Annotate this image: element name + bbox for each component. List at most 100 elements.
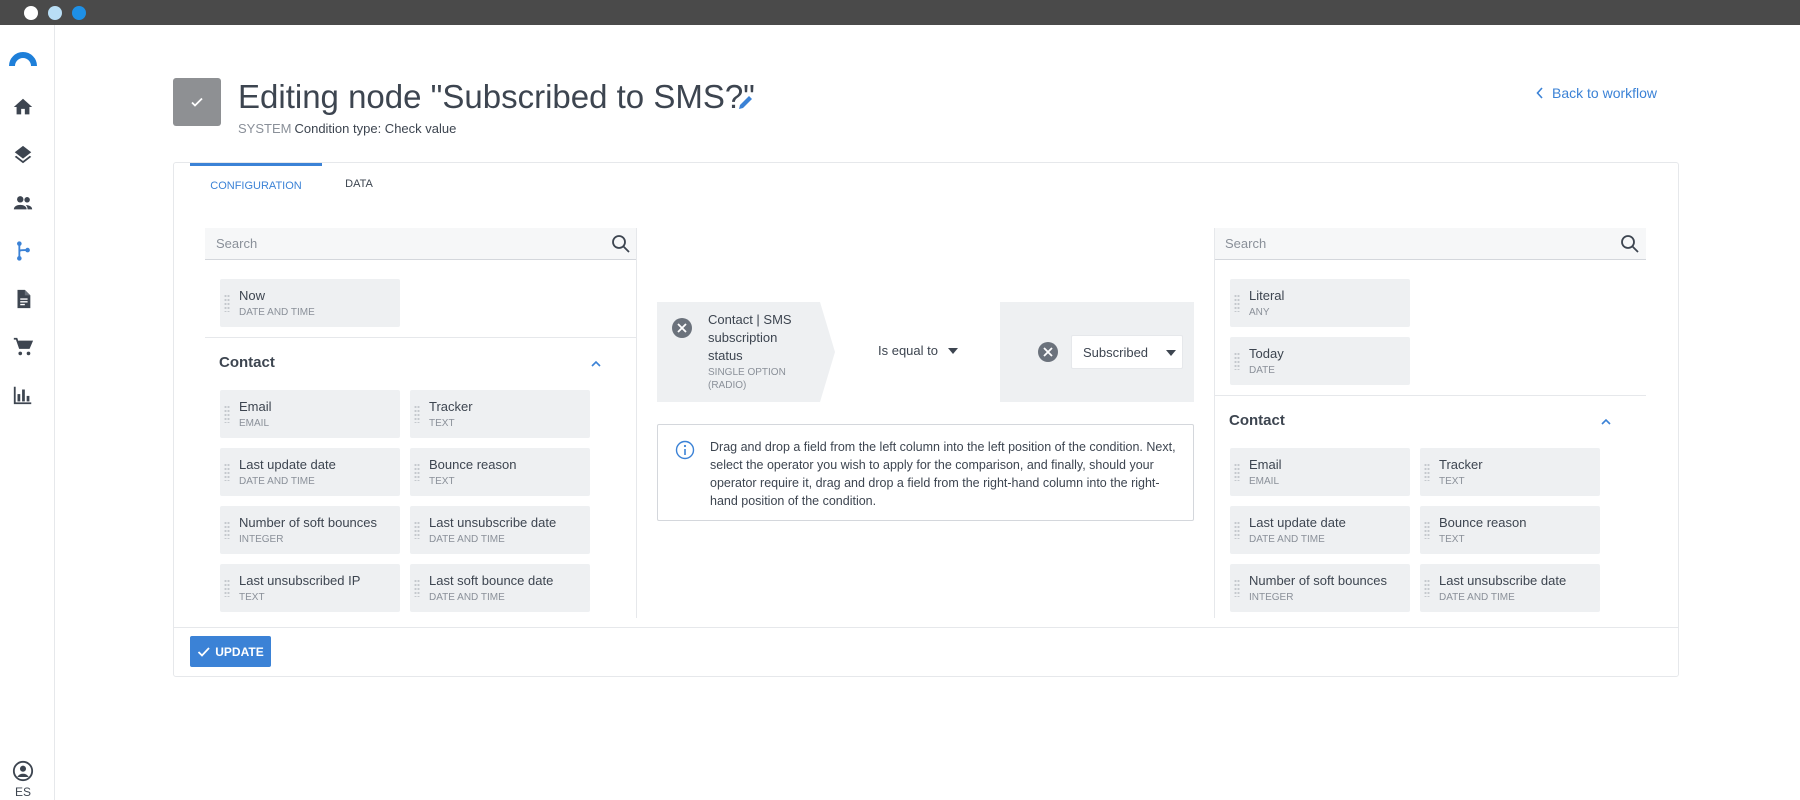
tab-data[interactable]: DATA: [324, 163, 394, 205]
field-chip[interactable]: Today DATE: [1230, 337, 1410, 385]
field-chip[interactable]: Number of soft bounces INTEGER: [1230, 564, 1410, 612]
field-type: DATE AND TIME: [1439, 592, 1515, 603]
field-label: Today: [1249, 346, 1284, 361]
drag-handle-icon[interactable]: [1234, 294, 1240, 312]
window-maximize-button[interactable]: [72, 6, 86, 20]
account-icon: [12, 760, 34, 782]
language-label[interactable]: ES: [10, 785, 36, 799]
drag-handle-icon[interactable]: [1234, 352, 1240, 370]
field-type: ANY: [1249, 307, 1270, 318]
drag-handle-icon[interactable]: [414, 405, 420, 423]
chart-icon[interactable]: [10, 382, 36, 408]
drag-handle-icon[interactable]: [1234, 579, 1240, 597]
field-type: DATE AND TIME: [239, 476, 315, 487]
chevron-up-icon[interactable]: [589, 357, 603, 371]
field-chip[interactable]: Number of soft bounces INTEGER: [220, 506, 400, 554]
page-subtitle: SYSTEM Condition type: Check value: [238, 121, 456, 136]
window-minimize-button[interactable]: [48, 6, 62, 20]
chevron-up-icon[interactable]: [1599, 415, 1613, 429]
field-chip[interactable]: Last soft bounce date DATE AND TIME: [410, 564, 590, 612]
field-label: Last update date: [239, 457, 336, 472]
drag-handle-icon[interactable]: [414, 521, 420, 539]
field-chip[interactable]: Last update date DATE AND TIME: [1230, 506, 1410, 554]
tab-configuration[interactable]: CONFIGURATION: [190, 163, 322, 205]
drag-handle-icon[interactable]: [1234, 463, 1240, 481]
field-type: INTEGER: [239, 534, 284, 545]
field-type: DATE AND TIME: [429, 592, 505, 603]
workflow-icon[interactable]: [10, 238, 36, 264]
drag-handle-icon[interactable]: [1234, 521, 1240, 539]
chevron-left-icon: [1536, 87, 1543, 99]
drag-handle-icon[interactable]: [1424, 579, 1430, 597]
condition-field-type: SINGLE OPTION (RADIO): [708, 367, 786, 391]
info-icon: [675, 440, 695, 460]
system-label: SYSTEM: [238, 121, 292, 136]
drag-handle-icon[interactable]: [1424, 463, 1430, 481]
contacts-icon[interactable]: [10, 190, 36, 216]
field-label: Last update date: [1249, 515, 1346, 530]
drag-handle-icon[interactable]: [414, 579, 420, 597]
pencil-icon[interactable]: [737, 93, 755, 111]
drag-handle-icon[interactable]: [224, 294, 230, 312]
update-button[interactable]: UPDATE: [190, 636, 271, 667]
remove-value-icon[interactable]: [1037, 341, 1059, 363]
divider: [1214, 395, 1646, 396]
field-type: INTEGER: [1249, 592, 1294, 603]
field-chip[interactable]: Last unsubscribe date DATE AND TIME: [410, 506, 590, 554]
remove-field-icon[interactable]: [671, 317, 693, 339]
condition-type-label: Condition type: Check value: [294, 121, 457, 136]
field-chip[interactable]: Tracker TEXT: [410, 390, 590, 438]
field-type: DATE AND TIME: [429, 534, 505, 545]
field-type: EMAIL: [239, 418, 270, 429]
footer-divider: [174, 627, 1678, 628]
cart-icon[interactable]: [10, 334, 36, 360]
window-close-button[interactable]: [24, 6, 38, 20]
field-label: Last unsubscribed IP: [239, 573, 361, 588]
field-label: Last unsubscribe date: [429, 515, 557, 530]
back-to-workflow-link[interactable]: Back to workflow: [1536, 85, 1657, 101]
drag-handle-icon[interactable]: [414, 463, 420, 481]
drag-handle-icon[interactable]: [1424, 521, 1430, 539]
value-select[interactable]: Subscribed: [1071, 335, 1183, 369]
operator-select[interactable]: Is equal to: [878, 343, 958, 358]
field-type: TEXT: [1439, 534, 1465, 545]
divider: [205, 337, 637, 338]
field-label: Tracker: [429, 399, 473, 414]
field-chip[interactable]: Last unsubscribe date DATE AND TIME: [1420, 564, 1600, 612]
drag-handle-icon[interactable]: [224, 405, 230, 423]
user-menu[interactable]: ES: [10, 760, 36, 799]
field-type: DATE AND TIME: [1249, 534, 1325, 545]
field-type: DATE: [1249, 365, 1275, 376]
check-icon: [198, 647, 210, 657]
field-chip[interactable]: Bounce reason TEXT: [410, 448, 590, 496]
field-type: TEXT: [429, 476, 455, 487]
drag-handle-icon[interactable]: [224, 579, 230, 597]
field-label: Number of soft bounces: [1249, 573, 1388, 588]
window-titlebar: [0, 0, 1800, 25]
back-link-label: Back to workflow: [1552, 85, 1658, 101]
home-icon[interactable]: [10, 94, 36, 120]
field-chip[interactable]: Last update date DATE AND TIME: [220, 448, 400, 496]
app-logo-icon[interactable]: [9, 47, 37, 67]
field-label: Email: [239, 399, 272, 414]
field-chip[interactable]: Last unsubscribed IP TEXT: [220, 564, 400, 612]
section-title: Contact: [219, 354, 275, 371]
field-label: Number of soft bounces: [239, 515, 378, 530]
help-text: Drag and drop a field from the left colu…: [710, 440, 1176, 508]
field-chip[interactable]: Now DATE AND TIME: [220, 279, 400, 327]
field-chip[interactable]: Literal ANY: [1230, 279, 1410, 327]
help-box: Drag and drop a field from the left colu…: [657, 424, 1194, 521]
caret-down-icon: [948, 347, 958, 354]
field-chip[interactable]: Tracker TEXT: [1420, 448, 1600, 496]
field-chip[interactable]: Bounce reason TEXT: [1420, 506, 1600, 554]
check-icon: [191, 97, 203, 107]
document-icon[interactable]: [10, 286, 36, 312]
layers-icon[interactable]: [10, 142, 36, 168]
field-chip[interactable]: Email EMAIL: [220, 390, 400, 438]
sidebar: ES: [0, 25, 55, 800]
field-label: Bounce reason: [429, 457, 517, 472]
section-title: Contact: [1229, 412, 1285, 429]
field-chip[interactable]: Email EMAIL: [1230, 448, 1410, 496]
drag-handle-icon[interactable]: [224, 521, 230, 539]
drag-handle-icon[interactable]: [224, 463, 230, 481]
